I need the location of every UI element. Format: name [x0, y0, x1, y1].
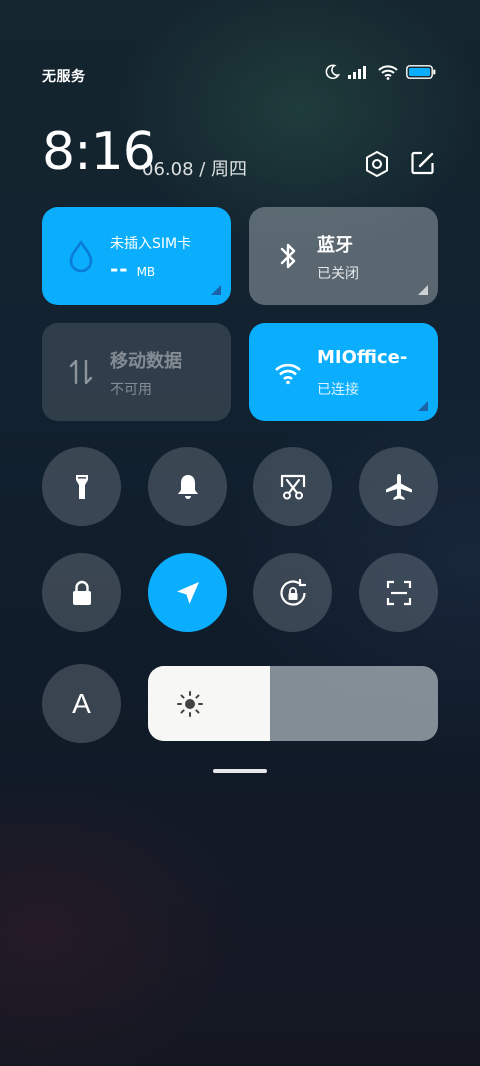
flashlight-icon: [75, 474, 88, 499]
mobile-data-title: 移动数据: [110, 351, 182, 372]
water-drop-icon: [69, 240, 93, 273]
header: 8:16 06.08 / 周四: [42, 122, 438, 182]
wifi-status: 已连接: [317, 382, 359, 398]
bell-icon: [177, 474, 198, 499]
status-icons: [324, 64, 436, 80]
mobile-data-tile[interactable]: 移动数据 不可用: [42, 323, 231, 421]
sound-toggle[interactable]: [148, 447, 227, 526]
clock: 8:16: [42, 122, 156, 182]
location-icon: [176, 581, 199, 604]
settings-icon[interactable]: [364, 150, 390, 178]
signal-icon: [348, 66, 366, 79]
rotation-lock-icon: [279, 578, 306, 606]
airplane-mode-toggle[interactable]: [359, 447, 438, 526]
brightness-fill: [148, 666, 270, 741]
wifi-icon: [378, 64, 398, 80]
screen-lock-toggle[interactable]: [42, 553, 121, 632]
data-usage-tile[interactable]: 未插入SIM卡 -- MB: [42, 207, 231, 305]
data-usage-number: --: [110, 257, 137, 281]
sun-icon: [177, 691, 203, 717]
scan-icon: [386, 580, 411, 605]
lock-icon: [72, 580, 91, 605]
scanner-toggle[interactable]: [359, 553, 438, 632]
wifi-network-name: MIOffice-: [317, 347, 408, 368]
bluetooth-title: 蓝牙: [317, 235, 353, 256]
bluetooth-icon: [280, 243, 296, 269]
battery-icon: [406, 65, 436, 79]
data-usage-value: -- MB: [110, 257, 155, 281]
location-toggle[interactable]: [148, 553, 227, 632]
sim-status-title: 未插入SIM卡: [110, 236, 192, 252]
data-usage-unit: MB: [136, 265, 156, 279]
date: 06.08 / 周四: [142, 159, 248, 180]
bluetooth-status: 已关闭: [317, 266, 359, 282]
brightness-slider[interactable]: [148, 666, 438, 741]
rotation-lock-toggle[interactable]: [253, 553, 332, 632]
screenshot-icon: [280, 474, 305, 499]
bluetooth-tile[interactable]: 蓝牙 已关闭: [249, 207, 438, 305]
data-arrows-icon: [69, 359, 93, 385]
carrier-status: 无服务: [42, 69, 86, 85]
flashlight-toggle[interactable]: [42, 447, 121, 526]
auto-brightness-label: A: [72, 687, 91, 719]
auto-brightness-toggle[interactable]: A: [42, 664, 121, 743]
wifi-icon: [275, 363, 301, 385]
expand-corner: [418, 401, 428, 411]
panel-handle[interactable]: [213, 769, 267, 773]
screenshot-toggle[interactable]: [253, 447, 332, 526]
mobile-data-status: 不可用: [110, 382, 152, 398]
moon-icon: [325, 64, 340, 80]
expand-corner: [211, 285, 221, 295]
airplane-icon: [385, 473, 412, 500]
edit-icon[interactable]: [410, 150, 436, 176]
wifi-tile[interactable]: MIOffice- 已连接: [249, 323, 438, 421]
expand-corner: [418, 285, 428, 295]
